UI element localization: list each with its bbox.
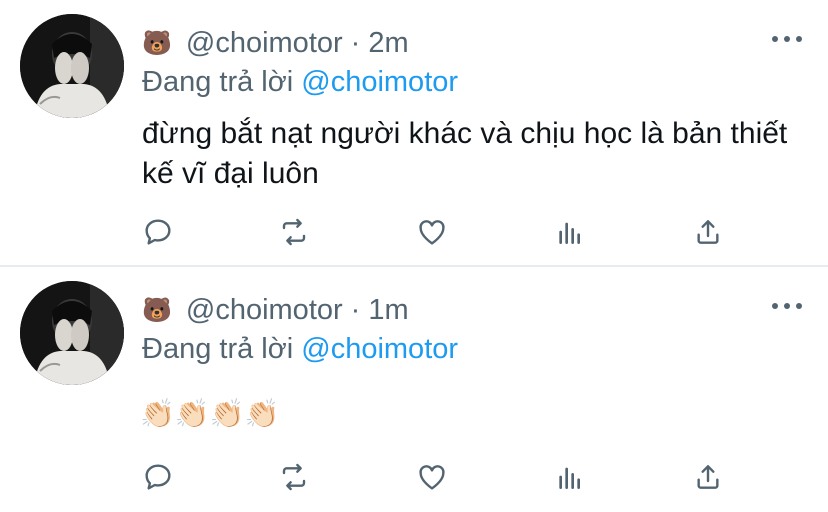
separator: ·	[350, 293, 361, 326]
tweet-text: đừng bắt nạt người khác và chịu học là b…	[142, 117, 788, 190]
avatar-image	[20, 281, 124, 385]
separator: ·	[350, 26, 361, 59]
share-button[interactable]	[690, 214, 726, 250]
tweet[interactable]: 🐻 @choimotor · 1m Đang trả lời @choimoto…	[0, 267, 828, 512]
retweet-icon	[282, 463, 306, 491]
like-button[interactable]	[414, 214, 450, 250]
reply-prefix: Đang trả lời	[142, 333, 294, 365]
reply-context: Đang trả lời @choimotor	[142, 333, 458, 366]
reply-mention[interactable]: @choimotor	[301, 66, 458, 98]
avatar[interactable]	[20, 14, 124, 118]
retweet-button[interactable]	[276, 459, 312, 495]
tweet[interactable]: 🐻 @choimotor · 2m Đang trả lời @choimoto…	[0, 0, 828, 266]
reply-icon	[145, 464, 171, 490]
reply-mention[interactable]: @choimotor	[301, 333, 458, 365]
share-icon	[697, 220, 719, 244]
tweet-header: 🐻 @choimotor · 1m	[142, 291, 409, 329]
user-handle[interactable]: @choimotor	[186, 294, 343, 327]
reply-context: Đang trả lời @choimotor	[142, 66, 458, 99]
action-bar	[140, 459, 740, 499]
retweet-button[interactable]	[276, 214, 312, 250]
action-bar	[140, 214, 740, 254]
avatar[interactable]	[20, 281, 124, 385]
tweet-header: 🐻 @choimotor · 2m	[142, 24, 409, 62]
share-icon	[697, 465, 719, 489]
analytics-button[interactable]	[552, 459, 588, 495]
avatar-image	[20, 14, 124, 118]
reply-button[interactable]	[140, 214, 176, 250]
reply-icon	[145, 219, 171, 245]
analytics-icon	[559, 222, 580, 244]
bear-emoji: 🐻	[142, 29, 172, 57]
heart-icon	[419, 220, 445, 245]
reply-button[interactable]	[140, 459, 176, 495]
more-icon[interactable]	[772, 28, 802, 50]
timestamp[interactable]: 1m	[368, 294, 408, 327]
share-button[interactable]	[690, 459, 726, 495]
reply-prefix: Đang trả lời	[142, 66, 294, 98]
more-icon[interactable]	[772, 295, 802, 317]
heart-icon	[419, 465, 445, 490]
like-button[interactable]	[414, 459, 450, 495]
tweet-text: 👏🏻👏🏻👏🏻👏🏻	[140, 397, 280, 430]
bear-emoji: 🐻	[142, 296, 172, 324]
retweet-icon	[282, 218, 306, 246]
analytics-icon	[559, 467, 580, 489]
user-handle[interactable]: @choimotor	[186, 27, 343, 60]
analytics-button[interactable]	[552, 214, 588, 250]
timestamp[interactable]: 2m	[368, 27, 408, 60]
